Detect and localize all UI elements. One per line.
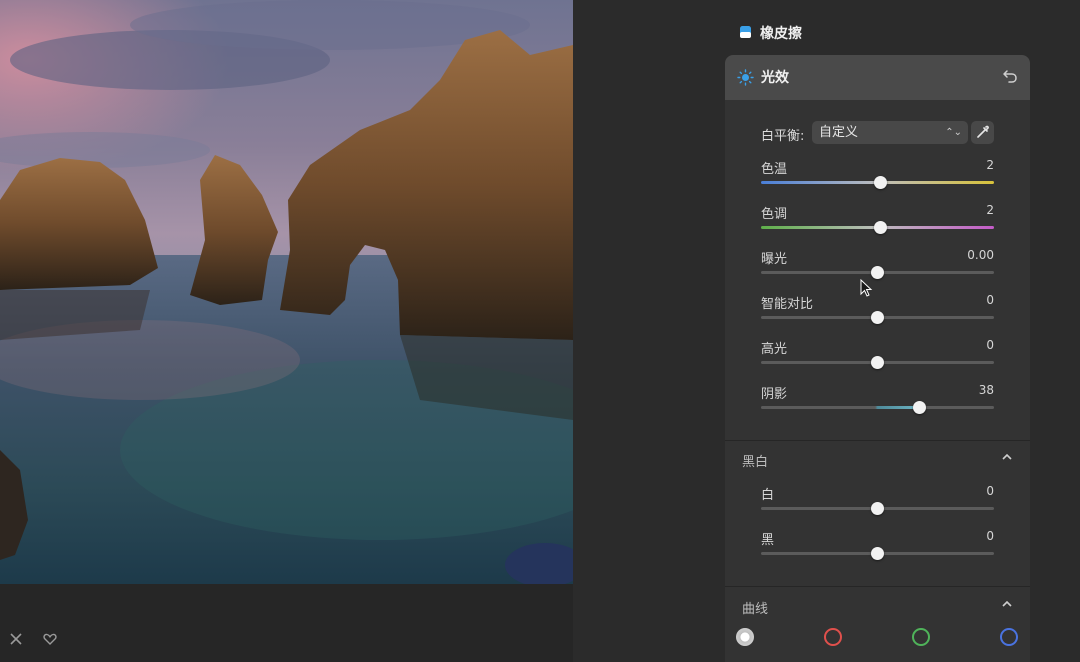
select-arrows-icon: ⌃⌄ [945,127,962,138]
landscape-photo [0,0,573,584]
slider-value: 0 [986,293,994,307]
chevron-up-icon[interactable] [1001,451,1013,466]
curves-section-title: 曲线 [742,602,769,617]
curve-channel-white[interactable] [736,628,754,646]
heart-icon[interactable] [41,632,59,650]
slider-thumb[interactable] [871,547,884,560]
eraser-label: 橡皮擦 [760,26,802,42]
slider-blacks: 黑 0 [761,529,994,569]
slider-thumb[interactable] [871,266,884,279]
slider-shadows: 阴影 38 [761,383,994,423]
eraser-tool[interactable]: 橡皮擦 [739,22,802,44]
slider-track[interactable] [761,406,994,409]
close-icon[interactable] [7,632,25,650]
slider-thumb[interactable] [913,401,926,414]
section-divider [725,586,1030,587]
photo-canvas[interactable] [0,0,573,584]
sun-icon [737,69,754,90]
slider-color-temp: 色温 2 [761,158,994,198]
eraser-icon [739,24,752,43]
undo-icon[interactable] [1002,68,1018,88]
white-balance-select[interactable]: 自定义 ⌃⌄ [812,121,968,144]
panel-header[interactable]: 光效 [725,55,1030,100]
slider-value: 0 [986,484,994,498]
slider-label: 智能对比 [761,297,814,312]
slider-thumb[interactable] [871,356,884,369]
light-effects-panel: 光效 白平衡: 自定义 ⌃⌄ 色温 2 色调 2 曝光 0.00 智能对比 0 … [725,55,1030,662]
curve-channel-blue[interactable] [1000,628,1018,646]
bw-section-title: 黑白 [742,455,769,470]
slider-exposure: 曝光 0.00 [761,248,994,288]
slider-label: 色调 [761,207,788,222]
eyedropper-icon [977,125,989,138]
cursor-pointer-icon [860,279,873,297]
eyedropper-button[interactable] [971,121,994,144]
slider-label: 色温 [761,162,788,177]
bottom-toolbar [0,584,573,662]
slider-value: 2 [986,203,994,217]
slider-thumb[interactable] [874,176,887,189]
slider-value: 38 [978,383,994,397]
slider-thumb[interactable] [874,221,887,234]
slider-label: 黑 [761,533,775,548]
chevron-up-icon[interactable] [1001,598,1013,613]
white-balance-label: 白平衡: [761,129,805,144]
curve-channel-green[interactable] [912,628,930,646]
slider-label: 曝光 [761,252,788,267]
slider-highlights: 高光 0 [761,338,994,378]
slider-thumb[interactable] [871,311,884,324]
white-balance-value: 自定义 [819,125,859,140]
slider-whites: 白 0 [761,484,994,524]
slider-value: 0 [986,338,994,352]
slider-label: 白 [761,488,775,503]
slider-value: 2 [986,158,994,172]
section-divider [725,440,1030,441]
slider-tint: 色调 2 [761,203,994,243]
slider-thumb[interactable] [871,502,884,515]
slider-value: 0.00 [967,248,994,262]
slider-value: 0 [986,529,994,543]
slider-label: 阴影 [761,387,788,402]
curve-channel-red[interactable] [824,628,842,646]
panel-title: 光效 [761,70,789,86]
slider-label: 高光 [761,342,788,357]
slider-smart-contrast: 智能对比 0 [761,293,994,333]
